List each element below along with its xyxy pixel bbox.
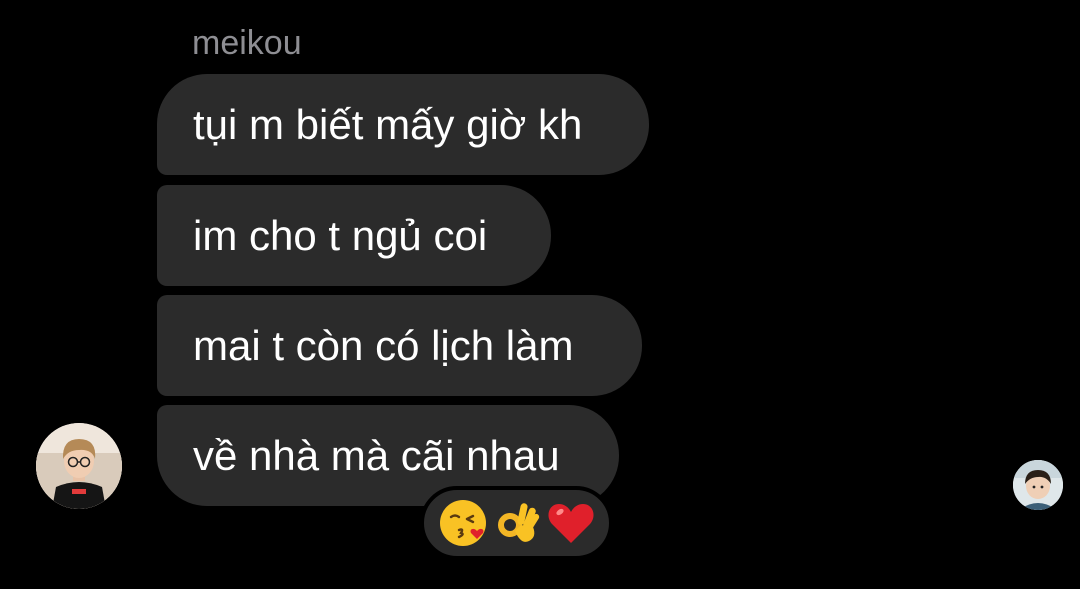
ok-hand-icon <box>497 503 539 542</box>
message-bubble[interactable]: mai t còn có lịch làm <box>157 295 642 396</box>
red-heart-icon <box>547 504 594 543</box>
person-avatar-icon <box>1013 460 1063 510</box>
message-bubble[interactable]: im cho t ngủ coi <box>157 185 551 286</box>
sender-name: meikou <box>192 24 302 62</box>
sender-avatar[interactable] <box>36 423 122 509</box>
message-reactions[interactable] <box>420 486 613 560</box>
seen-avatar <box>1013 460 1063 510</box>
message-bubble[interactable]: tụi m biết mấy giờ kh <box>157 74 649 175</box>
person-avatar-icon <box>36 423 122 509</box>
kissing-face-with-heart-icon <box>439 500 486 546</box>
